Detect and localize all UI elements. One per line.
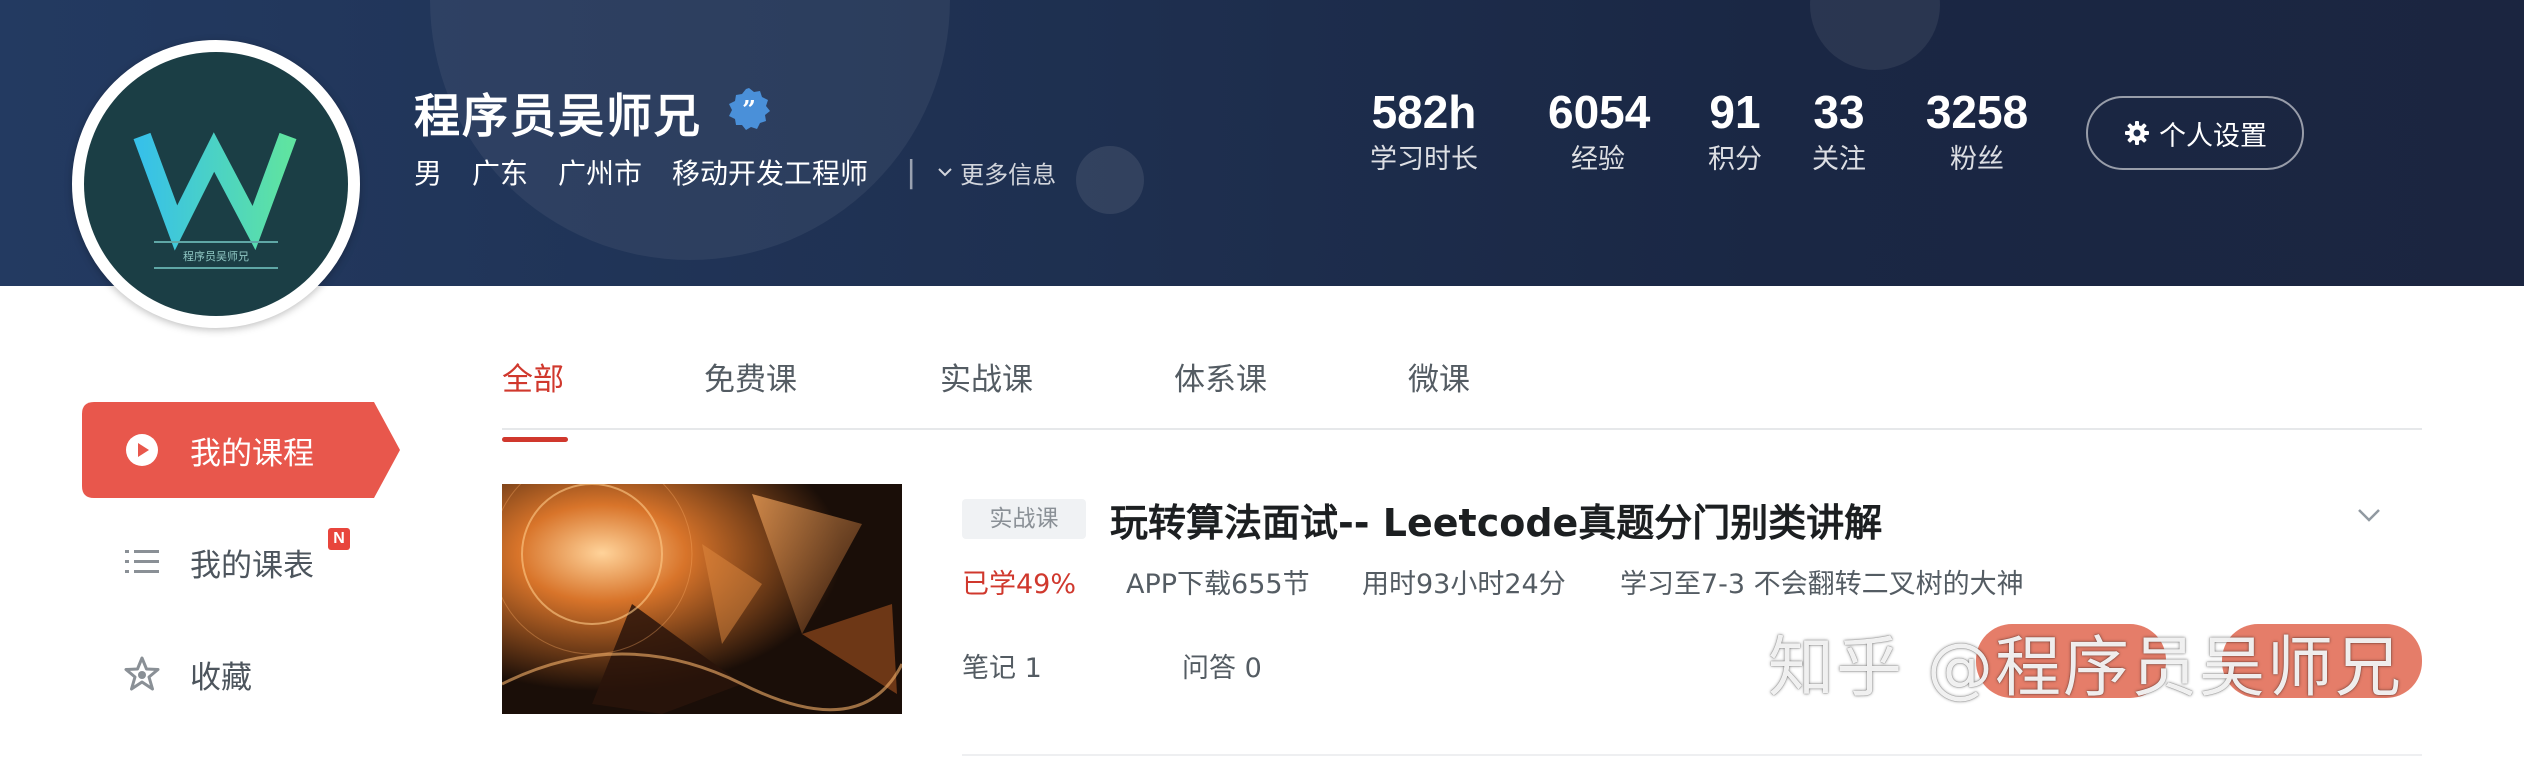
course-app-download: APP下载655节 [1126, 569, 1310, 600]
course-title[interactable]: 玩转算法面试-- Leetcode真题分门别类讲解 [1110, 492, 1882, 547]
course-continue-link[interactable]: 学习至7-3 不会翻转二叉树的大神 [1620, 562, 2024, 601]
sidebar-item-favorites[interactable]: 收藏 [82, 626, 400, 722]
stat-label: 关注 [1812, 144, 1866, 175]
stat-value: 33 [1813, 86, 1865, 138]
watermark: 知乎 @程序员吴师兄 [1768, 629, 2403, 706]
active-tab-underline [502, 437, 568, 442]
course-notes[interactable]: 笔记 1 [962, 646, 1042, 685]
decor-circle [1076, 146, 1144, 214]
tab-practical-courses[interactable]: 实战课 [940, 354, 1033, 399]
tab-system-courses[interactable]: 体系课 [1174, 354, 1267, 399]
stat-value: 91 [1709, 86, 1761, 138]
more-info-link[interactable]: 更多信息 [936, 155, 1056, 190]
stat-study-time: 582h 学习时长 [1370, 84, 1478, 180]
verified-badge-icon: ” [729, 88, 770, 130]
more-info-label: 更多信息 [960, 160, 1057, 189]
user-name: 程序员吴师兄 [414, 89, 702, 143]
list-icon [122, 542, 162, 582]
new-badge: N [328, 528, 350, 550]
course-thumbnail[interactable] [502, 484, 902, 714]
chevron-down-icon [938, 168, 952, 177]
chevron-down-icon[interactable] [2356, 506, 2382, 524]
sidebar-item-label: 我的课程 [190, 435, 314, 472]
card-divider [962, 754, 2422, 756]
sidebar-item-my-schedule[interactable]: 我的课表 N [82, 514, 400, 610]
tab-all[interactable]: 全部 [502, 354, 568, 442]
star-icon [122, 654, 162, 694]
stat-followers[interactable]: 3258 粉丝 [1922, 84, 2032, 180]
svg-text:”: ” [742, 95, 756, 124]
stat-value: 3258 [1925, 86, 2029, 138]
tab-label: 全部 [502, 362, 564, 398]
stat-label: 积分 [1708, 144, 1762, 175]
stat-label: 粉丝 [1950, 144, 2004, 175]
sidebar-item-label: 我的课表 [190, 547, 314, 584]
tab-micro-courses[interactable]: 微课 [1408, 354, 1470, 399]
course-type-tag: 实战课 [962, 499, 1086, 539]
stat-following[interactable]: 33 关注 [1804, 84, 1874, 180]
stat-points: 91 积分 [1700, 84, 1770, 180]
sidebar-item-my-courses[interactable]: 我的课程 [82, 402, 400, 498]
avatar-caption: 程序员吴师兄 [183, 249, 249, 263]
course-study-time: 用时93小时24分 [1362, 569, 1566, 600]
user-info-row: 男 广东 广州市 移动开发工程师 | 更多信息 [414, 152, 1056, 192]
settings-label: 个人设置 [2159, 120, 2267, 152]
stat-value: 582h [1371, 86, 1477, 138]
play-circle-icon [122, 430, 162, 470]
stat-experience: 6054 经验 [1548, 84, 1651, 180]
user-job: 移动开发工程师 [672, 157, 869, 190]
sidebar-item-label: 收藏 [190, 659, 252, 696]
personal-settings-button[interactable]: 个人设置 [2086, 96, 2304, 170]
user-gender: 男 [414, 157, 443, 190]
decor-circle [1810, 0, 1940, 70]
gear-icon [2125, 121, 2149, 145]
profile-header: 程序员吴师兄 ” 男 广东 广州市 移动开发工程师 | 更多信息 582h 学习… [0, 0, 2524, 286]
avatar-image: 程序员吴师兄 [84, 52, 348, 316]
course-cover-image [502, 484, 902, 714]
course-tabs: 全部 免费课 实战课 体系课 微课 [502, 344, 2422, 442]
course-qa[interactable]: 问答 0 [1182, 646, 1262, 685]
user-province: 广东 [472, 157, 529, 190]
avatar-logo: 程序员吴师兄 [133, 132, 297, 269]
stat-value: 6054 [1548, 86, 1651, 138]
stat-label: 学习时长 [1370, 144, 1478, 175]
avatar[interactable]: 程序员吴师兄 [72, 40, 360, 328]
info-separator: | [906, 154, 917, 190]
tab-free-courses[interactable]: 免费课 [704, 354, 797, 399]
course-progress: 已学49% [962, 569, 1077, 600]
stat-label: 经验 [1571, 144, 1625, 175]
user-city: 广州市 [558, 157, 643, 190]
